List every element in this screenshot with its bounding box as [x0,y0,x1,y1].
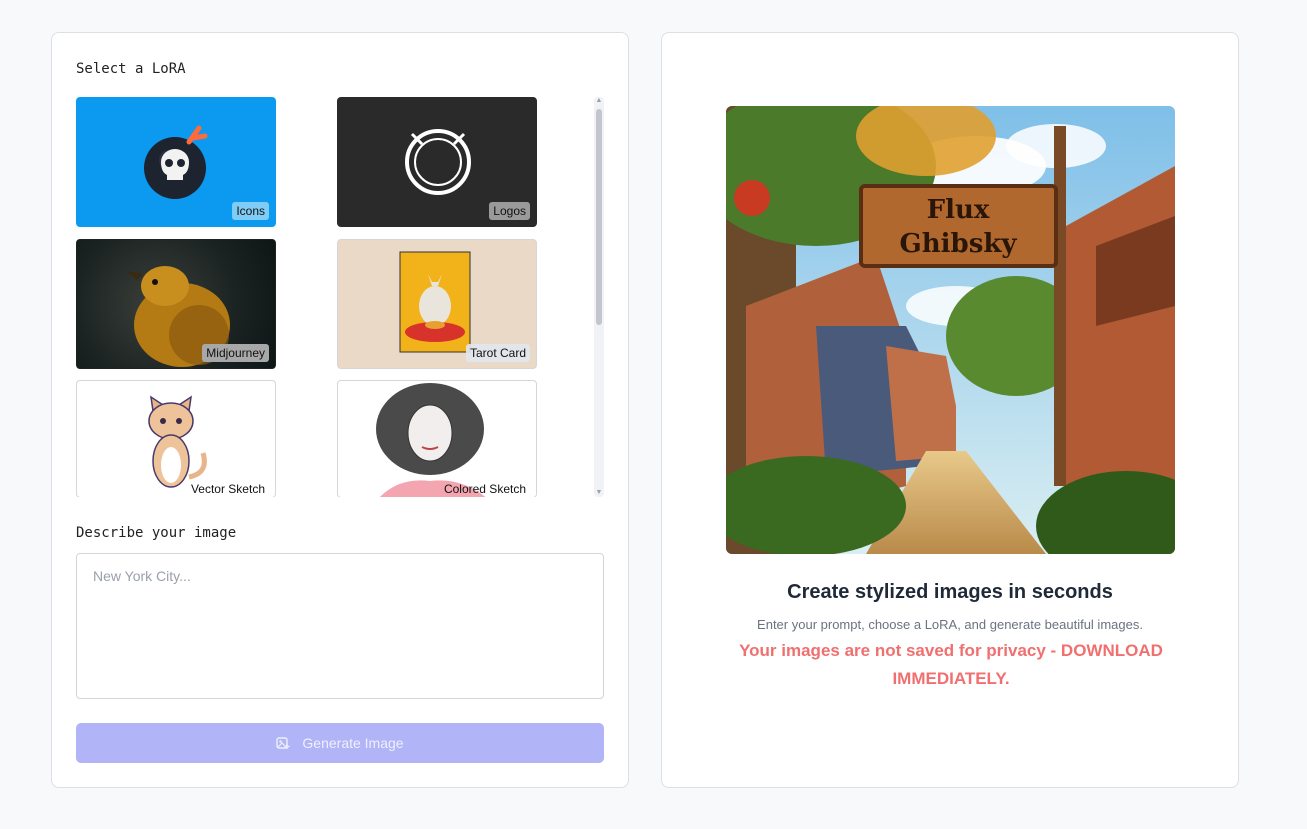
lora-card-label: Logos [489,202,530,220]
preview-panel: Flux Ghibsky Create stylized images in s… [661,32,1239,788]
lora-card-tarot[interactable]: Tarot Card [337,239,537,369]
scroll-down-icon[interactable]: ▼ [595,489,603,497]
lora-scrollbar[interactable]: ▲ ▼ [594,97,604,497]
prompt-input[interactable] [76,553,604,699]
describe-label: Describe your image [76,525,237,541]
lora-card-label: Midjourney [202,344,269,362]
lora-card-midjourney[interactable]: Midjourney [76,239,276,369]
privacy-warning: Your images are not saved for privacy - … [739,641,1163,688]
lora-card-icons[interactable]: Icons [76,97,276,227]
scroll-up-icon[interactable]: ▲ [595,97,603,105]
lora-card-label: Tarot Card [465,344,530,362]
generate-image-button[interactable]: Generate Image [76,723,604,763]
lora-card-vector-sketch[interactable]: Vector Sketch [76,380,276,497]
lora-card-label: Vector Sketch [190,482,265,496]
hero-subtext: Enter your prompt, choose a LoRA, and ge… [757,617,1143,632]
lora-card-logos[interactable]: Logos [337,97,537,227]
scroll-thumb[interactable] [596,109,602,325]
image-plus-icon [276,737,290,749]
sign-line-1: Flux [927,195,990,225]
lora-card-label: Colored Sketch [443,482,526,496]
hero-image: Flux Ghibsky [726,106,1175,554]
lora-card-colored-sketch[interactable]: Colored Sketch [337,380,537,497]
lora-card-label: Icons [232,202,269,220]
lora-form-panel: Select a LoRA Icons Logos Midjourney Tar… [51,32,629,788]
lora-grid: Icons Logos Midjourney Tarot Card Vector… [76,97,606,497]
sign-line-2: Ghibsky [900,229,1018,259]
hero-headline: Create stylized images in seconds [787,581,1113,603]
select-lora-label: Select a LoRA [76,61,186,77]
generate-image-label: Generate Image [302,735,404,751]
